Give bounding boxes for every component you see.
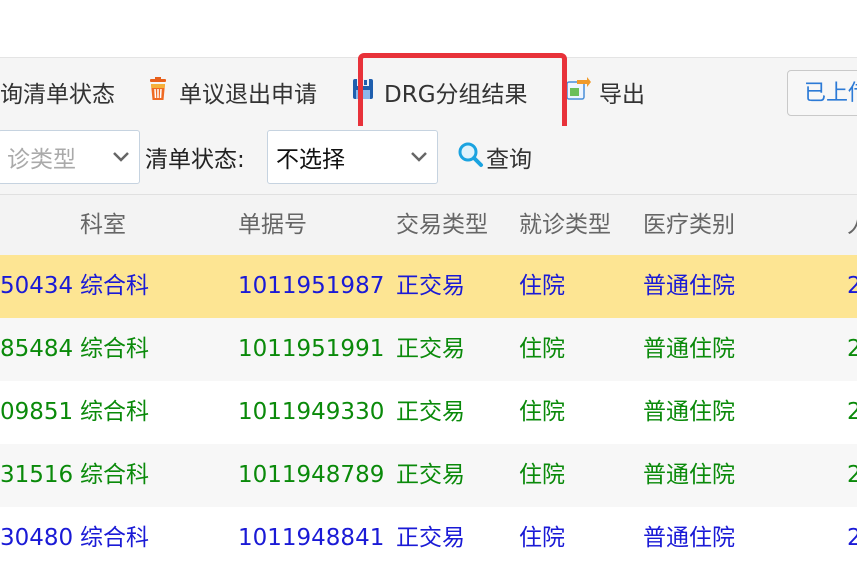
export-button[interactable]: 导出 [565,58,645,126]
uploaded-button[interactable]: 已上传 [787,70,857,116]
cell-dept: 综合科 [80,525,149,551]
cell-more: 2 [847,525,857,551]
query-button[interactable]: 查询 [456,130,532,184]
cell-trade-type: 正交易 [396,399,465,425]
cell-trade-type: 正交易 [396,462,465,488]
cell-med-type: 普通住院 [643,273,735,299]
cell-id: 09851 [0,399,74,425]
trash-icon [145,76,171,108]
cell-dept: 综合科 [80,462,149,488]
search-icon [456,140,484,174]
cell-visit-type: 住院 [519,336,565,362]
cell-bill-no: 1011948789 [238,462,385,488]
header-dept[interactable]: 科室 [80,195,126,256]
cell-dept: 综合科 [80,399,149,425]
table-row[interactable]: 31516 综合科 1011948789 正交易 住院 普通住院 2 [0,444,857,507]
cell-dept: 综合科 [80,273,149,299]
list-status-label: 清单状态: [145,147,245,173]
drg-group-result-label: DRG分组结果 [384,82,528,108]
uploaded-label: 已上传 [804,81,857,106]
visit-type-select[interactable]: 诊类型 [0,130,140,184]
cell-trade-type: 正交易 [396,336,465,362]
table-row[interactable]: 50434 综合科 1011951987 正交易 住院 普通住院 2 [0,255,857,318]
cell-more: 2 [847,336,857,362]
cell-visit-type: 住院 [519,399,565,425]
cell-bill-no: 1011951991 [238,336,385,362]
cell-id: 30480 [0,525,74,551]
cell-visit-type: 住院 [519,462,565,488]
list-status-select[interactable]: 不选择 [267,130,438,184]
withdraw-application-button[interactable]: 单议退出申请 [145,58,317,126]
header-more[interactable]: 人 [847,195,857,256]
header-med-type[interactable]: 医疗类别 [643,195,735,256]
toolbar: 询清单状态 单议退出申请 DRG分组结果 导出 [0,58,857,126]
table-header: 科室 单据号 交易类型 就诊类型 医疗类别 人 [0,194,857,256]
drg-group-result-button[interactable]: DRG分组结果 [350,58,528,126]
cell-id: 50434 [0,273,74,299]
cell-med-type: 普通住院 [643,399,735,425]
table-row[interactable]: 85484 综合科 1011951991 正交易 住院 普通住院 2 [0,318,857,381]
cell-id: 31516 [0,462,74,488]
list-status-value: 不选择 [276,147,345,173]
table-row[interactable]: 30480 综合科 1011948841 正交易 住院 普通住院 2 [0,507,857,570]
export-icon [565,76,591,108]
cell-dept: 综合科 [80,336,149,362]
cell-med-type: 普通住院 [643,525,735,551]
cell-id: 85484 [0,336,74,362]
chevron-down-icon [401,151,437,163]
cell-bill-no: 1011949330 [238,399,385,425]
save-icon [350,76,376,108]
header-trade-type[interactable]: 交易类型 [396,195,488,256]
cell-bill-no: 1011951987 [238,273,385,299]
query-list-status-button[interactable]: 询清单状态 [0,58,115,126]
export-label: 导出 [599,82,645,108]
chevron-down-icon [103,151,139,163]
filter-row: 诊类型 清单状态: 不选择 查询 [0,126,857,194]
cell-more: 2 [847,273,857,299]
cell-visit-type: 住院 [519,525,565,551]
header-visit-type[interactable]: 就诊类型 [519,195,611,256]
cell-med-type: 普通住院 [643,462,735,488]
withdraw-application-label: 单议退出申请 [179,82,317,108]
query-list-status-label: 询清单状态 [0,82,115,108]
cell-visit-type: 住院 [519,273,565,299]
header-bill-no[interactable]: 单据号 [238,195,307,256]
cell-bill-no: 1011948841 [238,525,385,551]
cell-more: 2 [847,399,857,425]
top-strip [0,0,857,58]
visit-type-value: 诊类型 [7,147,76,173]
table-row[interactable]: 09851 综合科 1011949330 正交易 住院 普通住院 2 [0,381,857,444]
cell-med-type: 普通住院 [643,336,735,362]
cell-more: 2 [847,462,857,488]
cell-trade-type: 正交易 [396,525,465,551]
query-label: 查询 [486,147,532,173]
cell-trade-type: 正交易 [396,273,465,299]
